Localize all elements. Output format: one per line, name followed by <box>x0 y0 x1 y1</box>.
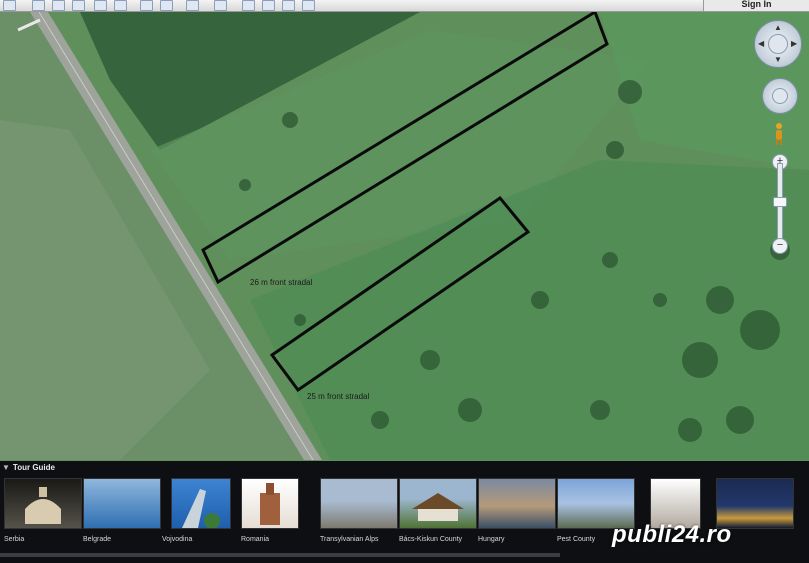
arrow-up-icon[interactable]: ▲ <box>774 23 782 32</box>
ruler-icon[interactable] <box>214 0 227 11</box>
toolbar: Sign In <box>0 0 809 12</box>
tour-thumb-5[interactable] <box>399 478 477 529</box>
move-control[interactable] <box>762 78 798 114</box>
tour-label-2[interactable]: Vojvodina <box>162 536 192 543</box>
hand-icon <box>772 88 788 104</box>
record-tour-icon[interactable] <box>114 0 127 11</box>
sunlight-icon[interactable] <box>160 0 173 11</box>
overlay-icon[interactable] <box>94 0 107 11</box>
arrow-right-icon[interactable]: ▶ <box>791 39 797 48</box>
sidebar-toggle-icon[interactable] <box>3 0 16 11</box>
maps-icon[interactable] <box>302 0 315 11</box>
arrow-left-icon[interactable]: ◀ <box>758 39 764 48</box>
tour-thumb-0[interactable] <box>4 478 82 529</box>
tour-thumb-3[interactable] <box>241 478 299 529</box>
plot-label-1: 26 m front stradal <box>250 278 313 287</box>
email-icon[interactable] <box>242 0 255 11</box>
historical-imagery-icon[interactable] <box>140 0 153 11</box>
tour-thumb-1[interactable] <box>83 478 161 529</box>
tour-thumb-6[interactable] <box>478 478 556 529</box>
tour-thumb-4[interactable] <box>320 478 398 529</box>
zoom-out-button[interactable]: − <box>772 238 788 254</box>
tour-scrollbar[interactable] <box>0 553 560 557</box>
look-around-control[interactable]: ▲ ▼ ◀ ▶ <box>754 20 802 68</box>
plot-label-2: 25 m front stradal <box>307 392 370 401</box>
arrow-down-icon[interactable]: ▼ <box>774 55 782 64</box>
tour-label-3[interactable]: Romania <box>241 536 269 543</box>
pegman-icon[interactable] <box>773 122 785 146</box>
tour-thumb-2[interactable] <box>171 478 231 529</box>
print-icon[interactable] <box>262 0 275 11</box>
watermark-logo: publi24.ro <box>612 521 732 548</box>
tour-label-6[interactable]: Hungary <box>478 536 504 543</box>
tour-guide-title: Tour Guide <box>12 463 55 472</box>
path-icon[interactable] <box>72 0 85 11</box>
placemark-icon[interactable] <box>32 0 45 11</box>
tour-label-5[interactable]: Bács-Kiskun County <box>399 536 462 543</box>
tour-label-7[interactable]: Pest County <box>557 536 595 543</box>
tour-label-4[interactable]: Transylvanian Alps <box>320 536 379 543</box>
collapse-triangle-icon[interactable]: ▼ <box>2 463 10 472</box>
tour-label-1[interactable]: Belgrade <box>83 536 111 543</box>
sign-in-button[interactable]: Sign In <box>703 0 809 11</box>
satellite-map[interactable] <box>0 12 809 460</box>
tour-guide-header[interactable]: ▼ Tour Guide <box>2 463 55 472</box>
zoom-slider-thumb[interactable] <box>773 197 787 207</box>
eye-icon <box>768 34 788 54</box>
tour-label-0[interactable]: Serbia <box>4 536 24 543</box>
save-image-icon[interactable] <box>282 0 295 11</box>
polygon-icon[interactable] <box>52 0 65 11</box>
planets-icon[interactable] <box>186 0 199 11</box>
